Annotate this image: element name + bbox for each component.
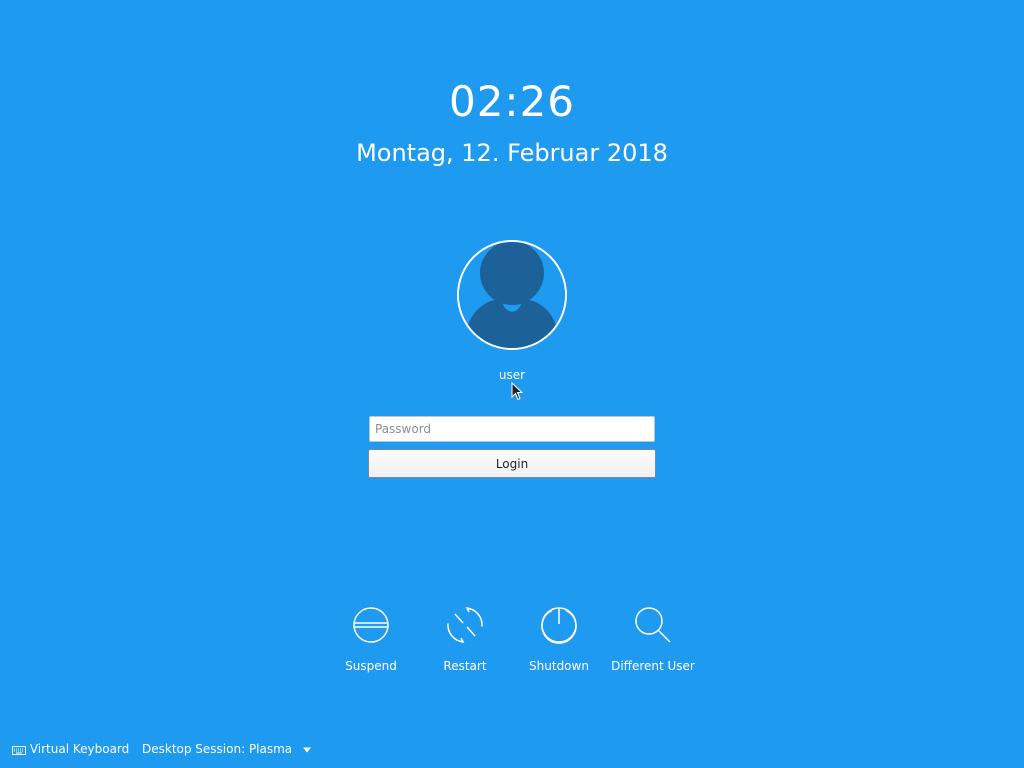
clock-time: 02:26	[448, 77, 576, 126]
search-icon	[635, 607, 671, 643]
virtual-keyboard-label: Virtual Keyboard	[29, 742, 130, 756]
desktop-session-selector[interactable]: Desktop Session: Plasma	[142, 741, 312, 757]
clock-date: Montag, 12. Februar 2018	[356, 139, 668, 167]
restart-label: Restart	[443, 659, 487, 673]
username-label: user	[498, 368, 526, 382]
restart-icon	[447, 607, 483, 643]
different-user-button[interactable]: Different User	[603, 604, 703, 674]
suspend-label: Suspend	[345, 659, 397, 673]
password-input[interactable]	[369, 416, 655, 442]
dropdown-arrow-icon	[303, 747, 311, 752]
shutdown-button[interactable]: Shutdown	[509, 604, 609, 674]
virtual-keyboard-button[interactable]: Virtual Keyboard	[12, 741, 129, 757]
desktop-session-label: Desktop Session: Plasma	[142, 742, 293, 756]
suspend-button[interactable]: Suspend	[321, 604, 421, 674]
login-button[interactable]: Login	[368, 449, 656, 478]
suspend-icon	[353, 607, 389, 643]
shutdown-icon	[541, 607, 577, 644]
restart-button[interactable]: Restart	[415, 604, 515, 674]
user-avatar[interactable]	[457, 240, 567, 350]
different-user-label: Different User	[611, 659, 695, 673]
shutdown-label: Shutdown	[529, 659, 589, 673]
user-silhouette-icon	[459, 242, 565, 348]
mouse-cursor-icon	[511, 382, 524, 401]
keyboard-icon	[12, 745, 26, 755]
